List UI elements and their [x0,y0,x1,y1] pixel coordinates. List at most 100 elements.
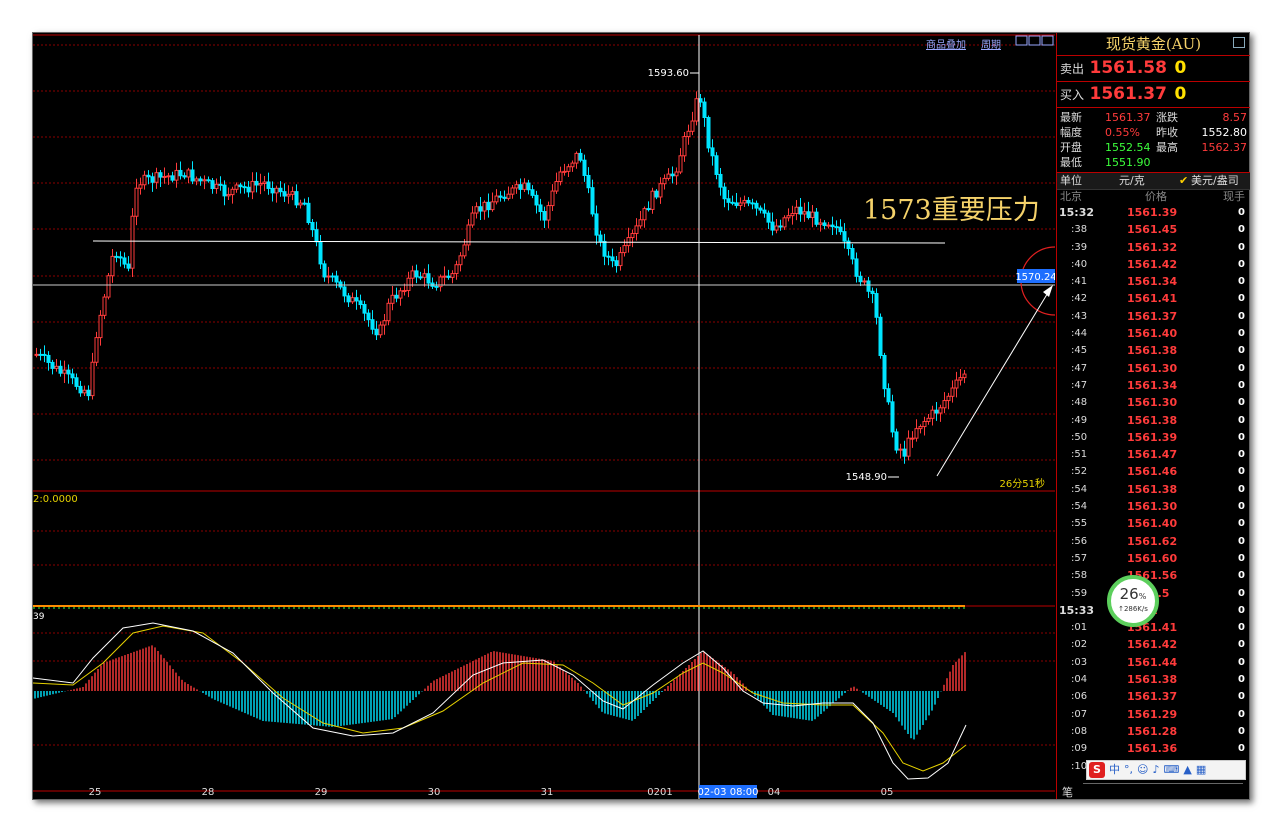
tick-price: 1561.60 [1127,551,1178,565]
candle-body [714,155,719,175]
candle-body [366,312,371,321]
candle-body [254,180,259,186]
candle-body [62,369,67,374]
unit-row: 单位 元/克 ✔ 美元/盎司 [1057,173,1250,190]
command-input[interactable] [1083,783,1243,798]
tick-time: :06 [1071,691,1088,703]
candle-body [906,437,911,457]
candle-body [930,409,935,419]
shirt-icon[interactable]: ▲ [1183,763,1191,776]
candle-body [862,280,867,283]
kline-chart[interactable]: 1593.60 1548.90 1573重要压力 1570.24 26分51秒 2:0.0… [33,33,1055,799]
tick-price: 1561.28 [1127,724,1178,738]
tick-volume: 0 [1238,743,1245,755]
tick-volume: 0 [1238,379,1245,391]
candle-body [322,263,327,278]
candle-body [574,152,579,164]
candle-body [566,166,571,172]
candle-body [390,294,395,304]
mic-icon[interactable]: ♪ [1152,763,1159,776]
candle-body [546,205,551,221]
candle-body [666,173,671,179]
punct-icon[interactable]: °, [1124,763,1133,776]
candle-body [662,177,667,185]
tick-volume: 0 [1238,674,1245,686]
peak-price-label: 1593.60 [648,68,689,79]
keyboard-icon[interactable]: ⌨ [1164,763,1180,776]
candle-body [470,212,475,226]
unit-value[interactable]: 元/克 [1119,173,1145,189]
candle-body [882,354,887,390]
candle-body [114,255,119,258]
emoji-icon[interactable]: ☺ [1137,763,1148,776]
candle-body [94,337,99,363]
candle-body [398,290,403,299]
candle-body [602,240,607,257]
tick-time: :55 [1071,518,1088,530]
tick-time: :58 [1071,570,1088,582]
tick-row: :06 1561.37 0 [1057,688,1250,705]
candle-body [778,225,783,228]
tick-time: :04 [1071,674,1088,686]
tick-time: :59 [1071,587,1088,599]
trend-arrow-head [1043,285,1053,297]
candle-body [170,175,175,181]
tick-price: 1561.40 [1127,327,1178,341]
candle-body [722,186,727,200]
tick-time: :01 [1071,622,1088,634]
candle-body [386,302,391,322]
tick-price: 1561.42 [1127,638,1178,652]
tick-time: :41 [1071,276,1088,288]
tick-time: :54 [1071,501,1088,513]
candle-body [198,178,203,182]
candle-body [246,186,251,193]
tick-time: :10 [1071,760,1088,772]
candle-body [590,187,595,215]
tick-row: :04 1561.38 0 [1057,671,1250,688]
candle-body [902,448,907,457]
tick-volume: 0 [1238,518,1245,530]
trend-arrow-line [936,290,1050,477]
tick-list[interactable]: 15:32 1561.39 0:38 1561.45 0:39 1561.32 0:40 15… [1057,204,1250,775]
network-speed-widget[interactable]: 26% ↑286K/s [1107,575,1159,627]
tick-time: :57 [1071,552,1088,564]
tick-price: 1561.42 [1127,257,1178,271]
trading-window: 1593.60 1548.90 1573重要压力 1570.24 26分51秒 2:0.0… [32,32,1250,800]
candle-body [294,191,299,206]
candle-body [382,320,387,326]
tick-time: :44 [1071,328,1088,340]
candle-body [850,248,855,260]
candle-body [478,206,483,212]
candle-body [106,275,111,298]
candle-body [550,190,555,207]
ime-toolbar[interactable]: S 中 °, ☺ ♪ ⌨ ▲ ▦ [1086,760,1246,780]
tick-time: 15:32 [1059,206,1095,219]
grid-icon[interactable]: ▦ [1196,763,1206,776]
candle-body [374,328,379,336]
sogou-logo-icon[interactable]: S [1089,762,1105,778]
zoom-out-icon [1028,35,1041,46]
tick-row: :56 1561.62 0 [1057,533,1250,550]
candle-body [674,171,679,177]
tick-row: :47 1561.30 0 [1057,360,1250,377]
candle-body [758,207,763,211]
speed-unit: % [1138,592,1147,601]
tick-price: 1561.39 [1127,206,1178,219]
period-link[interactable]: 周期 [981,36,1001,51]
maximize-icon[interactable] [1233,37,1245,48]
stat-key: 最高 [1156,141,1178,154]
tick-row: :48 1561.30 0 [1057,394,1250,411]
xaxis-label: 31 [541,787,554,798]
overlay-link[interactable]: 商品叠加 [926,36,966,51]
ime-lang[interactable]: 中 [1109,763,1120,776]
candle-body [230,188,235,196]
candle-body [226,194,231,197]
xaxis-label: 04 [768,787,781,798]
candle-body [414,270,419,278]
stat-row: 最低 1551.90 [1060,155,1247,170]
unit-option[interactable]: 美元/盎司 [1191,173,1239,189]
candle-body [178,169,183,177]
candle-body [370,319,375,330]
candle-body [634,225,639,234]
candle-body [626,237,631,247]
